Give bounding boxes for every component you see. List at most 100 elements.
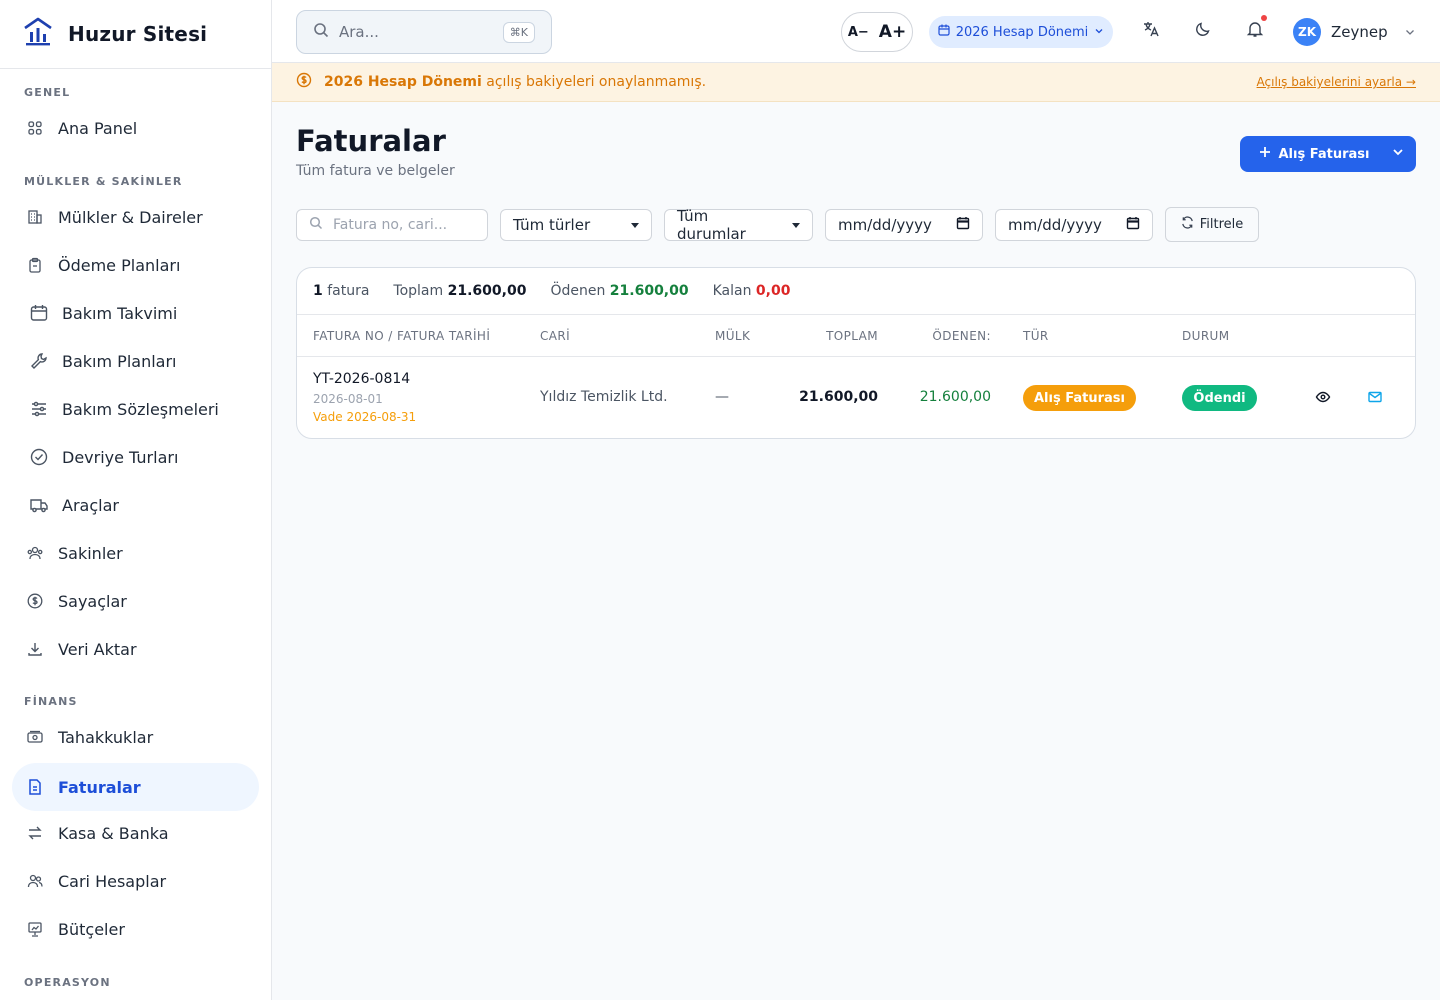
date-from-input[interactable]: mm/dd/yyyy xyxy=(825,209,983,241)
table-row[interactable]: YT-2026-0814 2026-08-01 Vade 2026-08-31 … xyxy=(297,357,1415,438)
sidebar-item-cari-hesaplar[interactable]: Cari Hesaplar xyxy=(12,857,259,905)
new-invoice-dropdown-toggle[interactable] xyxy=(1380,136,1416,172)
invoice-status-badge: Ödendi xyxy=(1182,385,1257,411)
date-to-input[interactable]: mm/dd/yyyy xyxy=(995,209,1153,241)
sidebar-item-label: Sakinler xyxy=(58,543,123,563)
invoice-number[interactable]: YT-2026-0814 xyxy=(313,371,410,387)
search-shortcut: ⌘K xyxy=(502,21,535,43)
sidebar-item-ana-panel[interactable]: Ana Panel xyxy=(12,104,259,152)
column-header-status[interactable]: DURUM xyxy=(1182,329,1230,343)
column-header-property[interactable]: MÜLK xyxy=(715,329,750,343)
sidebar-item-devriye-turlari[interactable]: Devriye Turları xyxy=(12,433,259,481)
avatar: ZK xyxy=(1293,18,1321,46)
sidebar-item-bakim-takvimi[interactable]: Bakım Takvimi xyxy=(12,289,259,337)
filter-button[interactable]: Filtrele xyxy=(1165,207,1259,242)
summary-count-value: 1 xyxy=(313,283,323,299)
type-select[interactable]: Tüm türler xyxy=(500,209,652,241)
invoice-due-date: Vade 2026-08-31 xyxy=(313,410,417,424)
mail-icon xyxy=(1367,391,1383,409)
search-icon xyxy=(309,216,323,234)
invoice-search-placeholder: Fatura no, cari... xyxy=(333,217,448,233)
sidebar-item-mulkler[interactable]: Mülkler & Daireler xyxy=(12,193,259,241)
summary-remaining: Kalan 0,00 xyxy=(713,283,791,299)
file-invoice-icon xyxy=(26,778,44,796)
invoice-table-card: 1 fatura Toplam 21.600,00 Ödenen 21.600,… xyxy=(296,267,1416,439)
sidebar-item-label: Devriye Turları xyxy=(62,447,179,467)
user-group-icon xyxy=(26,872,44,890)
banknote-icon xyxy=(26,728,44,746)
calendar-icon xyxy=(938,24,950,40)
moon-icon xyxy=(1195,21,1211,41)
sidebar-item-butceler[interactable]: Bütçeler xyxy=(12,905,259,953)
sidebar-item-bakim-planlari[interactable]: Bakım Planları xyxy=(12,337,259,385)
presentation-icon xyxy=(26,920,44,938)
summary-count-label: fatura xyxy=(327,283,370,299)
chevron-down-icon xyxy=(1404,23,1416,42)
chevron-down-icon xyxy=(1094,25,1104,40)
sidebar-item-label: Faturalar xyxy=(58,777,141,797)
date-from-placeholder: mm/dd/yyyy xyxy=(838,216,932,234)
topbar: Ara... ⌘K A− A+ 2026 Hesap Dönemi ZK Zey… xyxy=(272,0,1440,63)
refresh-icon xyxy=(1181,216,1194,233)
check-circle-icon xyxy=(30,448,48,466)
type-select-value: Tüm türler xyxy=(513,216,591,234)
page-title: Faturalar xyxy=(296,124,446,158)
sidebar-item-faturalar[interactable]: Faturalar xyxy=(12,763,259,811)
sidebar-item-sakinler[interactable]: Sakinler xyxy=(12,529,259,577)
sidebar-item-label: Bütçeler xyxy=(58,919,125,939)
sidebar-item-kasa-banka[interactable]: Kasa & Banka xyxy=(12,809,259,857)
language-button[interactable] xyxy=(1138,18,1164,44)
warning-banner: 2026 Hesap Dönemi açılış bakiyeleri onay… xyxy=(272,63,1440,102)
column-header-total[interactable]: TOPLAM xyxy=(826,329,878,343)
column-header-party[interactable]: CARİ xyxy=(540,329,570,343)
status-select[interactable]: Tüm durumlar xyxy=(664,207,813,243)
grid-icon xyxy=(26,119,44,137)
date-to-placeholder: mm/dd/yyyy xyxy=(1008,216,1102,234)
chevron-down-icon xyxy=(1391,145,1405,163)
invoice-search-input[interactable]: Fatura no, cari... xyxy=(296,209,488,241)
theme-toggle[interactable] xyxy=(1190,18,1216,44)
summary-remaining-label: Kalan xyxy=(712,283,752,299)
arrows-exchange-icon xyxy=(26,824,44,842)
sidebar-item-sayaclar[interactable]: Sayaçlar xyxy=(12,577,259,625)
notifications-button[interactable] xyxy=(1242,15,1268,44)
view-invoice-button[interactable] xyxy=(1315,389,1331,409)
period-selector[interactable]: 2026 Hesap Dönemi xyxy=(929,16,1113,48)
sidebar-item-label: Araçlar xyxy=(62,495,119,515)
calendar-icon xyxy=(30,304,48,322)
sidebar-item-tahakkuklar[interactable]: Tahakkuklar xyxy=(12,713,259,761)
sidebar-item-label: Cari Hesaplar xyxy=(58,871,167,891)
invoice-property: — xyxy=(715,389,729,405)
invoice-paid: 21.600,00 xyxy=(919,389,991,405)
sidebar-item-veri-aktar[interactable]: Veri Aktar xyxy=(12,625,259,673)
column-header-type[interactable]: TÜR xyxy=(1023,329,1049,343)
bell-icon xyxy=(1246,20,1264,42)
column-header-paid[interactable]: ÖDENEN: xyxy=(932,329,991,343)
new-purchase-invoice-button[interactable]: Alış Faturası xyxy=(1240,136,1380,172)
dollar-circle-icon xyxy=(296,72,312,92)
global-search[interactable]: Ara... ⌘K xyxy=(296,10,552,54)
new-invoice-button-group: Alış Faturası xyxy=(1240,136,1416,172)
sidebar-item-bakim-sozlesmeleri[interactable]: Bakım Sözleşmeleri xyxy=(12,385,259,433)
column-header-invoice-no[interactable]: FATURA NO / FATURA TARİHİ xyxy=(313,329,490,343)
brand[interactable]: Huzur Sitesi xyxy=(0,0,271,69)
banner-text: 2026 Hesap Dönemi açılış bakiyeleri onay… xyxy=(324,74,706,90)
font-decrease-button[interactable]: A− xyxy=(848,25,869,40)
building-icon xyxy=(26,208,44,226)
search-placeholder: Ara... xyxy=(339,23,379,41)
sidebar-item-label: Sayaçlar xyxy=(58,591,127,611)
email-invoice-button[interactable] xyxy=(1367,389,1383,409)
search-icon xyxy=(313,22,329,42)
download-icon xyxy=(26,640,44,658)
opening-balance-link[interactable]: Açılış bakiyelerini ayarla → xyxy=(1257,75,1416,89)
users-icon xyxy=(26,544,44,562)
sidebar-item-odeme-planlari[interactable]: Ödeme Planları xyxy=(12,241,259,289)
font-increase-button[interactable]: A+ xyxy=(879,22,906,42)
invoice-party[interactable]: Yıldız Temizlik Ltd. xyxy=(540,389,668,405)
user-menu[interactable]: ZK Zeynep xyxy=(1293,16,1416,48)
caret-down-icon xyxy=(631,222,639,228)
sidebar: Huzur Sitesi GENEL MÜLKLER & SAKİNLER Fİ… xyxy=(0,0,272,1000)
sidebar-item-araclar[interactable]: Araçlar xyxy=(12,481,259,529)
eye-icon xyxy=(1315,391,1331,409)
invoice-date: 2026-08-01 xyxy=(313,392,383,406)
